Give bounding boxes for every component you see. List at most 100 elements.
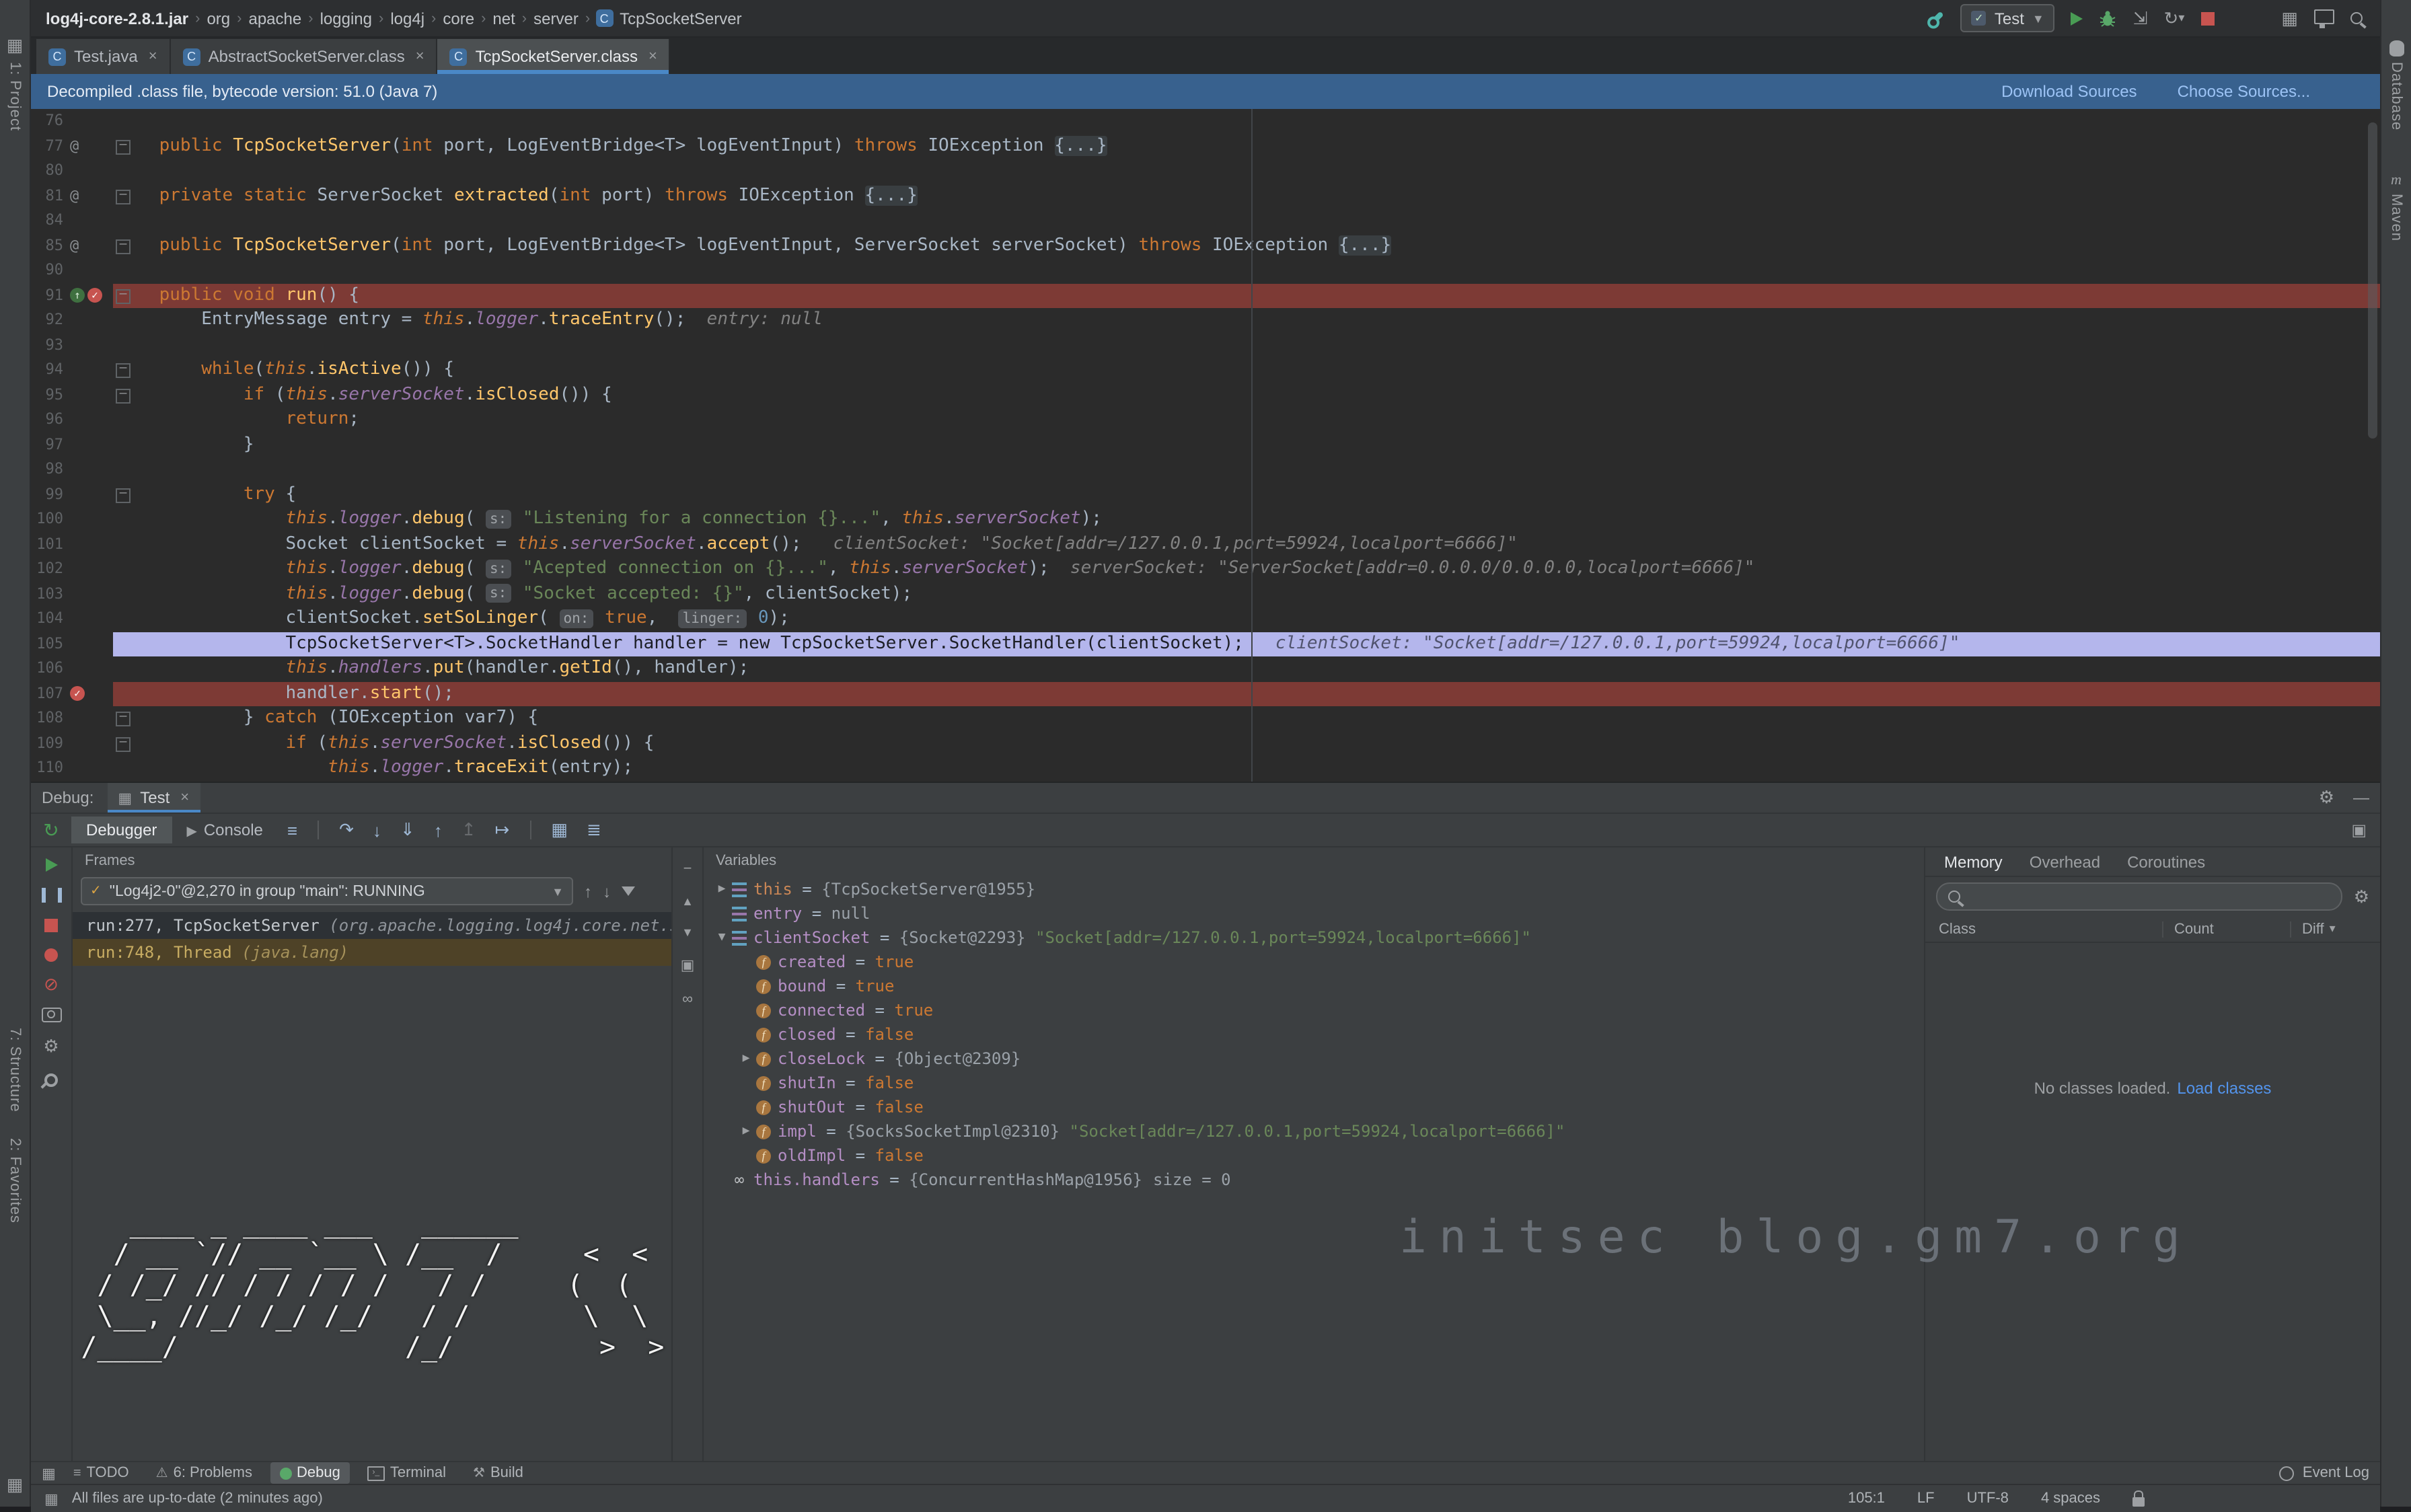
- line-number[interactable]: 96: [31, 408, 66, 432]
- variable-row[interactable]: ▶fimpl = {SocksSocketImpl@2310} "Socket[…: [704, 1119, 1924, 1143]
- code-line-body[interactable]: this.logger.debug( s: "Listening for a c…: [113, 507, 2380, 532]
- run-to-cursor-button[interactable]: ↦: [495, 819, 510, 841]
- code-line[interactable]: 92 EntryMessage entry = this.logger.trac…: [31, 308, 2380, 333]
- presentation-button[interactable]: [2314, 9, 2334, 28]
- sidebar-item-maven[interactable]: m Maven: [2381, 172, 2411, 241]
- variable-row[interactable]: fbound = true: [704, 974, 1924, 998]
- code-line[interactable]: 76: [31, 109, 2380, 134]
- gutter-icons[interactable]: [66, 607, 113, 632]
- breadcrumb-item[interactable]: server: [532, 9, 580, 28]
- editor-tab[interactable]: CTcpSocketServer.class×: [438, 39, 671, 74]
- code-line-body[interactable]: TcpSocketServer<T>.SocketHandler handler…: [113, 632, 2380, 656]
- view-breakpoints-button[interactable]: [44, 948, 58, 962]
- code-line[interactable]: 81@– private static ServerSocket extract…: [31, 184, 2380, 209]
- line-number[interactable]: 105: [31, 632, 66, 656]
- gutter-icons[interactable]: [66, 731, 113, 756]
- breadcrumb-item[interactable]: org: [205, 9, 231, 28]
- line-number[interactable]: 93: [31, 333, 66, 358]
- choose-sources-link[interactable]: Choose Sources...: [2178, 82, 2310, 101]
- variable-row[interactable]: fshutIn = false: [704, 1071, 1924, 1095]
- column-class[interactable]: Class: [1925, 921, 2162, 937]
- code-line-body[interactable]: this.logger.debug( s: "Acepted connectio…: [113, 557, 2380, 582]
- line-separator[interactable]: LF: [1917, 1490, 1935, 1507]
- breadcrumb-item[interactable]: logging: [319, 9, 373, 28]
- code-line[interactable]: 84: [31, 209, 2380, 233]
- gutter-icons[interactable]: [66, 756, 113, 781]
- code-line-body[interactable]: [113, 457, 2380, 482]
- code-line[interactable]: 106 this.handlers.put(handler.getId(), h…: [31, 656, 2380, 681]
- gutter-icons[interactable]: [66, 557, 113, 582]
- sidebar-item-database[interactable]: Database: [2381, 40, 2411, 130]
- add-watch-button[interactable]: −: [683, 861, 692, 877]
- breadcrumb-item[interactable]: core: [441, 9, 476, 28]
- code-line[interactable]: 91↑✓– public void run() {: [31, 283, 2380, 308]
- tree-chevron-icon[interactable]: ▼: [714, 925, 729, 950]
- line-number[interactable]: 107: [31, 681, 66, 706]
- code-line-body[interactable]: return;: [113, 408, 2380, 432]
- coverage-button[interactable]: ⇲: [2133, 7, 2148, 29]
- editor[interactable]: 7677@– public TcpSocketServer(int port, …: [31, 109, 2380, 782]
- layout-grid-icon[interactable]: ▦: [2281, 7, 2298, 29]
- code-line[interactable]: 99– try {: [31, 482, 2380, 507]
- tab-overhead[interactable]: Overhead: [2030, 852, 2100, 871]
- fold-icon[interactable]: –: [116, 712, 131, 726]
- breadcrumb-item[interactable]: TcpSocketServer: [618, 9, 743, 28]
- search-everywhere-button[interactable]: [2350, 12, 2367, 24]
- thread-selector[interactable]: ✓ "Log4j2-0"@2,270 in group "main": RUNN…: [81, 877, 573, 905]
- fold-icon[interactable]: –: [116, 239, 131, 254]
- code-line-body[interactable]: [113, 159, 2380, 184]
- memory-search-input[interactable]: [1936, 882, 2343, 911]
- gutter-icons[interactable]: @: [66, 233, 113, 258]
- code-line-body[interactable]: – while(this.isActive()) {: [113, 358, 2380, 383]
- line-number[interactable]: 108: [31, 706, 66, 731]
- code-line-body[interactable]: – if (this.serverSocket.isClosed()) {: [113, 731, 2380, 756]
- load-classes-link[interactable]: Load classes: [2177, 1078, 2271, 1097]
- column-count[interactable]: Count: [2162, 921, 2290, 937]
- build-wrench-icon[interactable]: [1929, 16, 1945, 21]
- stop-process-button[interactable]: [44, 919, 58, 932]
- gutter-icons[interactable]: [66, 457, 113, 482]
- run-configuration-select[interactable]: ✓ Test ▼: [1961, 4, 2055, 32]
- duplicate-button[interactable]: ▣: [681, 956, 695, 974]
- line-number[interactable]: 101: [31, 532, 66, 557]
- close-icon[interactable]: ×: [648, 48, 657, 65]
- line-number[interactable]: 104: [31, 607, 66, 632]
- code-line[interactable]: 98: [31, 457, 2380, 482]
- tab-debugger[interactable]: Debugger: [71, 817, 172, 843]
- code-line-body[interactable]: clientSocket.setSoLinger( on: true, ling…: [113, 607, 2380, 632]
- gutter-icons[interactable]: [66, 358, 113, 383]
- code-line-body[interactable]: – if (this.serverSocket.isClosed()) {: [113, 383, 2380, 408]
- gutter-icons[interactable]: [66, 109, 113, 134]
- line-number[interactable]: 106: [31, 656, 66, 681]
- code-line[interactable]: 93: [31, 333, 2380, 358]
- code-line-body[interactable]: this.logger.debug( s: "Socket accepted: …: [113, 582, 2380, 607]
- frame-row[interactable]: run:277, TcpSocketServer (org.apache.log…: [73, 912, 671, 939]
- variable-row[interactable]: fconnected = true: [704, 998, 1924, 1022]
- variable-row[interactable]: fcreated = true: [704, 950, 1924, 974]
- move-down-button[interactable]: ▼: [681, 925, 694, 939]
- line-number[interactable]: 90: [31, 258, 66, 283]
- tool-tab-problems[interactable]: ⚠6: Problems: [147, 1462, 262, 1484]
- breakpoint-icon[interactable]: ✓: [70, 687, 85, 702]
- fold-icon[interactable]: –: [116, 388, 131, 403]
- line-number[interactable]: 103: [31, 582, 66, 607]
- code-line-body[interactable]: [113, 209, 2380, 233]
- status-grid-icon[interactable]: ▦: [44, 1490, 59, 1507]
- code-line[interactable]: 107✓ handler.start();: [31, 681, 2380, 706]
- code-line[interactable]: 105 TcpSocketServer<T>.SocketHandler han…: [31, 632, 2380, 656]
- gutter-icons[interactable]: [66, 582, 113, 607]
- frame-row[interactable]: run:748, Thread (java.lang): [73, 939, 671, 966]
- breakpoint-icon[interactable]: ✓: [87, 289, 102, 303]
- code-line-body[interactable]: this.handlers.put(handler.getId(), handl…: [113, 656, 2380, 681]
- thread-dump-camera-icon[interactable]: [41, 1008, 61, 1022]
- overrides-icon[interactable]: ↑: [70, 289, 85, 303]
- code-line-body[interactable]: – public void run() {: [113, 283, 2380, 308]
- step-into-button[interactable]: ↓: [373, 820, 381, 840]
- line-number[interactable]: 102: [31, 557, 66, 582]
- filter-frames-icon[interactable]: [622, 886, 635, 896]
- gutter-icons[interactable]: [66, 432, 113, 457]
- switcher-grid-icon[interactable]: ▦: [42, 1464, 56, 1482]
- gutter-icons[interactable]: [66, 706, 113, 731]
- line-number[interactable]: 95: [31, 383, 66, 408]
- code-line[interactable]: 94– while(this.isActive()) {: [31, 358, 2380, 383]
